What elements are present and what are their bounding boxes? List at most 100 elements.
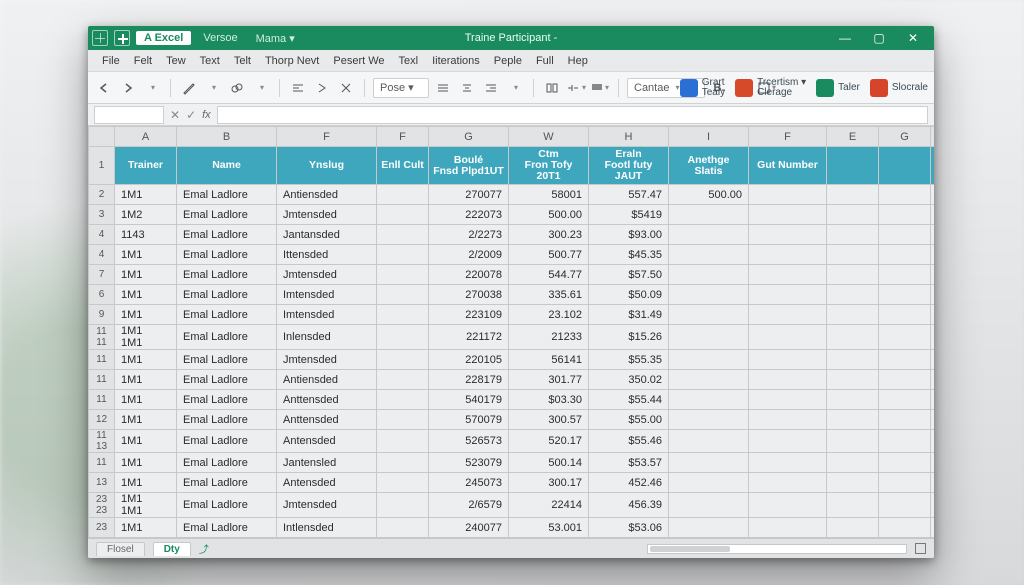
cell[interactable]: Antiensded — [277, 370, 377, 390]
header-cell[interactable] — [879, 147, 931, 185]
cell[interactable] — [931, 518, 935, 538]
cell[interactable]: Inlensded — [277, 325, 377, 350]
row-header[interactable]: 7 — [89, 265, 115, 285]
cell[interactable]: Intlensded — [277, 518, 377, 538]
cell[interactable] — [879, 518, 931, 538]
cell[interactable] — [669, 390, 749, 410]
cell[interactable]: 23.102 — [509, 305, 589, 325]
header-cell[interactable]: Enll Cult — [377, 147, 429, 185]
cell[interactable] — [377, 325, 429, 350]
rbr-label-tealy[interactable]: Tealy — [702, 88, 725, 98]
cell[interactable] — [749, 370, 827, 390]
chart-red-icon[interactable] — [870, 79, 888, 97]
cell[interactable] — [669, 493, 749, 518]
cell[interactable]: 456.39 — [589, 493, 669, 518]
row-header[interactable]: 11 — [89, 390, 115, 410]
cell[interactable] — [879, 453, 931, 473]
menu-peple[interactable]: Peple — [488, 53, 528, 69]
cell[interactable] — [931, 265, 935, 285]
cell[interactable] — [749, 518, 827, 538]
col-header[interactable]: F — [377, 127, 429, 147]
window-close[interactable]: ✕ — [896, 26, 930, 50]
cell[interactable] — [669, 518, 749, 538]
cell[interactable]: Antensded — [277, 473, 377, 493]
cell[interactable]: Jmtensded — [277, 493, 377, 518]
cell[interactable]: 350.02 — [589, 370, 669, 390]
cell[interactable] — [879, 325, 931, 350]
cell[interactable] — [669, 410, 749, 430]
window-maximize[interactable]: ▢ — [862, 26, 896, 50]
cell[interactable]: 526573 — [429, 430, 509, 453]
cell[interactable]: $57.50 — [589, 265, 669, 285]
cell[interactable] — [749, 325, 827, 350]
row-header[interactable]: 23 23 — [89, 493, 115, 518]
cell[interactable] — [931, 245, 935, 265]
pose-selector[interactable]: Pose ▾ — [373, 78, 429, 98]
cell[interactable]: Antiensded — [277, 185, 377, 205]
header-cell[interactable]: Eraln Footl futy JAUT — [589, 147, 669, 185]
cell[interactable] — [879, 390, 931, 410]
spreadsheet-grid[interactable]: A B F F G W H I F E G F 1TrainerNameYnsl… — [88, 126, 934, 538]
cell[interactable]: 228179 — [429, 370, 509, 390]
menu-telt[interactable]: Telt — [228, 53, 257, 69]
cell[interactable] — [377, 493, 429, 518]
cell[interactable]: Emal Ladlore — [177, 370, 277, 390]
cell[interactable]: 300.17 — [509, 473, 589, 493]
titlebar-sub2[interactable]: Mama ▾ — [250, 32, 301, 45]
cell[interactable]: $55.44 — [589, 390, 669, 410]
cell[interactable]: 1M1 — [115, 305, 177, 325]
cell[interactable]: Emal Ladlore — [177, 453, 277, 473]
align-justify-icon[interactable] — [433, 78, 453, 98]
cell[interactable] — [879, 410, 931, 430]
cell[interactable] — [827, 350, 879, 370]
cell[interactable]: 452.46 — [589, 473, 669, 493]
col-header[interactable]: W — [509, 127, 589, 147]
row-header[interactable]: 13 — [89, 473, 115, 493]
titlebar-sub1[interactable]: Versoe — [197, 32, 243, 44]
cell[interactable] — [879, 370, 931, 390]
cell[interactable] — [749, 225, 827, 245]
cell[interactable] — [827, 245, 879, 265]
row-header[interactable]: 11 13 — [89, 430, 115, 453]
cell[interactable] — [749, 285, 827, 305]
cell[interactable] — [827, 265, 879, 285]
cell[interactable] — [879, 225, 931, 245]
cell[interactable]: Jantensled — [277, 453, 377, 473]
cell[interactable] — [749, 493, 827, 518]
menu-felt[interactable]: Felt — [128, 53, 158, 69]
cell[interactable]: $53.57 — [589, 453, 669, 473]
rbr-label-taler[interactable]: Taler — [838, 83, 860, 93]
cell[interactable] — [749, 430, 827, 453]
cell[interactable] — [669, 225, 749, 245]
menu-file[interactable]: File — [96, 53, 126, 69]
name-box[interactable] — [94, 106, 164, 124]
cell[interactable] — [749, 350, 827, 370]
cell[interactable]: Emal Ladlore — [177, 518, 277, 538]
cell[interactable]: Anttensded — [277, 390, 377, 410]
cell[interactable]: Ittensded — [277, 245, 377, 265]
align-center-icon[interactable] — [457, 78, 477, 98]
cell[interactable] — [879, 473, 931, 493]
cell[interactable]: $50.09 — [589, 285, 669, 305]
cell[interactable] — [377, 390, 429, 410]
row-header[interactable]: 6 — [89, 285, 115, 305]
cell[interactable]: 300.57 — [509, 410, 589, 430]
cell[interactable] — [879, 245, 931, 265]
cell[interactable] — [377, 245, 429, 265]
cell[interactable]: $55.00 — [589, 410, 669, 430]
cell[interactable] — [827, 225, 879, 245]
forward-icon[interactable] — [118, 78, 138, 98]
menu-tew[interactable]: Tew — [160, 53, 192, 69]
cell[interactable] — [931, 305, 935, 325]
header-cell[interactable] — [931, 147, 935, 185]
cell[interactable]: 500.00 — [509, 205, 589, 225]
cell[interactable]: Emal Ladlore — [177, 205, 277, 225]
pen-icon[interactable] — [179, 78, 199, 98]
cell[interactable]: Emal Ladlore — [177, 265, 277, 285]
cell[interactable]: Emal Ladlore — [177, 325, 277, 350]
cell[interactable] — [669, 453, 749, 473]
cell[interactable]: $55.46 — [589, 430, 669, 453]
cell[interactable] — [931, 410, 935, 430]
formula-input[interactable] — [217, 106, 928, 124]
cell[interactable]: 1M1 — [115, 245, 177, 265]
